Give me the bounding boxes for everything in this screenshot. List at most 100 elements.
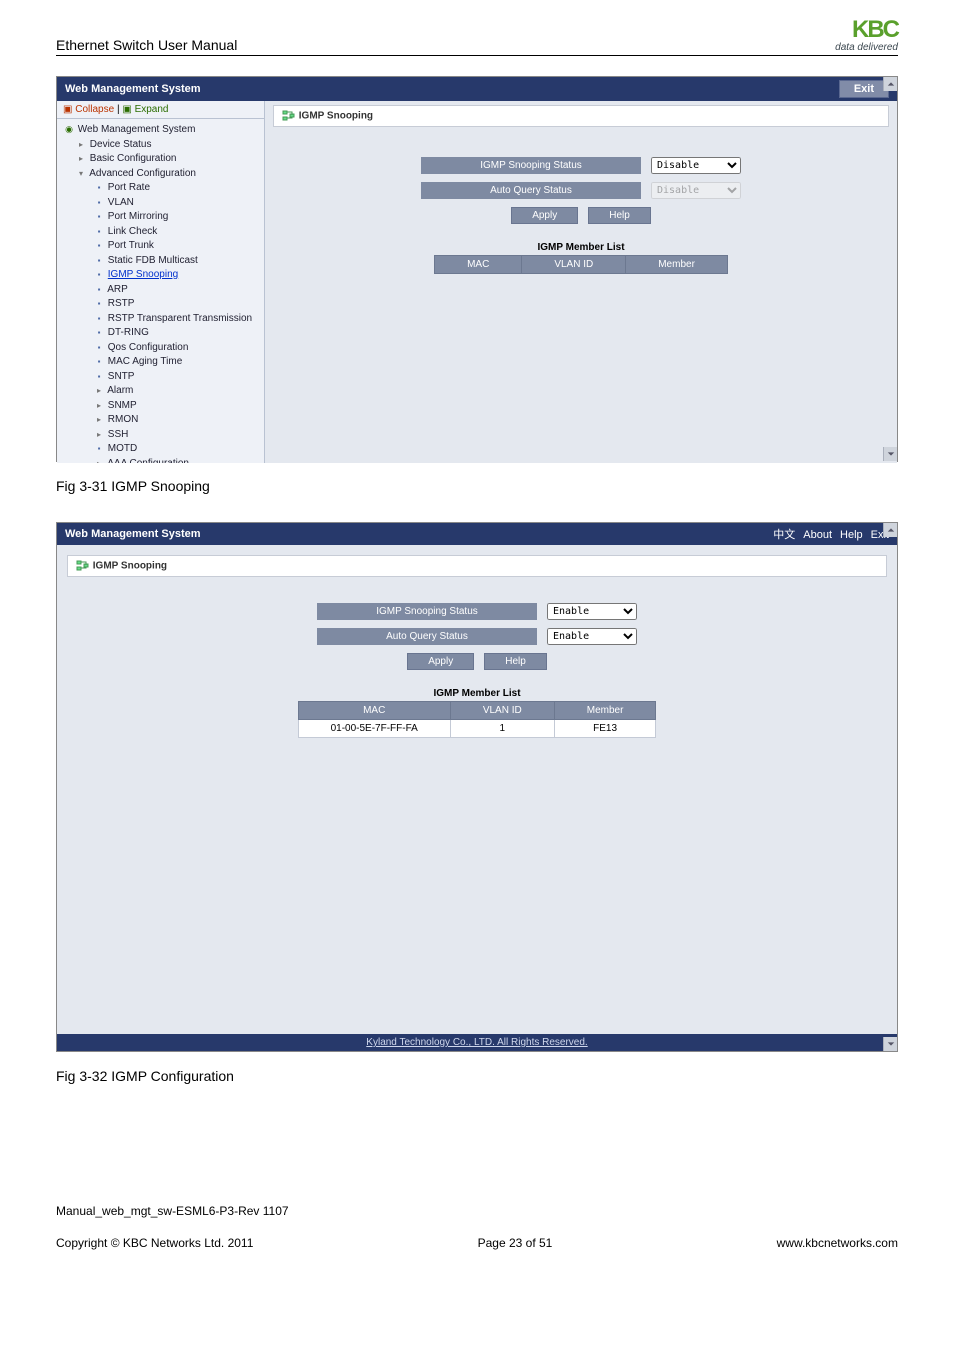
nav-web-management-system[interactable]: Web Management System [63,123,262,138]
page-icon [93,239,105,254]
nav-basic-configuration[interactable]: Basic Configuration [63,152,262,167]
exit-button[interactable]: Exit [839,80,889,98]
auto-query-label: Auto Query Status [317,628,537,645]
nav-label: Web Management System [78,124,196,135]
header-links: 中文AboutHelpExit [765,526,889,542]
screenshot-igmp-snooping: Web Management System Exit ▣ Collapse | … [56,76,898,462]
nav-label: Basic Configuration [90,153,177,164]
col-vlan: VLAN ID [522,256,626,274]
header-link-help[interactable]: Help [840,529,863,541]
page-icon [93,442,105,457]
folder-icon [93,399,105,414]
page-icon [93,254,105,269]
col-mac: MAC [435,256,522,274]
page-icon [93,297,105,312]
nav-sidebar: ▣ Collapse | ▣ Expand Web Management Sys… [57,101,265,463]
nav-label: SNMP [108,400,137,411]
nav-advanced-configuration[interactable]: Advanced Configuration [63,167,262,182]
cell-member: FE13 [554,720,656,738]
nav-motd[interactable]: MOTD [63,442,262,457]
app-title: Web Management System [65,83,201,95]
globe-icon [63,123,75,138]
nav-sntp[interactable]: SNTP [63,370,262,385]
member-list-table: MAC VLAN ID Member 01-00-5E-7F-FF-FA1FE1… [298,701,657,738]
member-list-caption: IGMP Member List [57,688,897,699]
nav-port-mirroring[interactable]: Port Mirroring [63,210,262,225]
igmp-status-select[interactable]: Disable [651,157,741,174]
nav-vlan[interactable]: VLAN [63,196,262,211]
apply-button[interactable]: Apply [407,653,474,670]
nav-label: Static FDB Multicast [108,255,198,266]
expand-link[interactable]: ▣ Expand [122,104,168,115]
folder-open-icon [75,167,87,182]
nav-label: Advanced Configuration [89,168,196,179]
scroll-down-icon[interactable] [883,1037,897,1051]
help-button[interactable]: Help [588,207,651,224]
page-icon [93,196,105,211]
header-link-中文[interactable]: 中文 [773,529,795,541]
apply-button[interactable]: Apply [511,207,578,224]
nav-qos-configuration[interactable]: Qos Configuration [63,341,262,356]
nav-device-status[interactable]: Device Status [63,138,262,153]
vendor-footer[interactable]: Kyland Technology Co., LTD. All Rights R… [57,1034,897,1051]
collapse-expand-bar[interactable]: ▣ Collapse | ▣ Expand [57,101,264,119]
folder-icon [75,152,87,167]
igmp-status-select[interactable]: Enable [547,603,637,620]
header-link-about[interactable]: About [803,529,832,541]
nav-aaa-configuration[interactable]: AAA Configuration [63,457,262,464]
nav-mac-aging-time[interactable]: MAC Aging Time [63,355,262,370]
figure-caption-2: Fig 3-32 IGMP Configuration [56,1068,898,1084]
folder-icon [75,138,87,153]
cell-mac: 01-00-5E-7F-FF-FA [298,720,450,738]
col-member: Member [554,702,656,720]
page-icon [93,283,105,298]
nav-label: ARP [107,284,128,295]
page-icon [93,268,105,283]
footer-copyright: Copyright © KBC Networks Ltd. 2011 [56,1236,253,1250]
nav-arp[interactable]: ARP [63,283,262,298]
page-icon [93,326,105,341]
nav-rstp-transparent-transmission[interactable]: RSTP Transparent Transmission [63,312,262,327]
nav-rstp[interactable]: RSTP [63,297,262,312]
footer-filename: Manual_web_mgt_sw-ESML6-P3-Rev 1107 [56,1204,898,1218]
nav-label: RMON [108,414,139,425]
nav-tree: Web Management System Device Status Basi… [57,119,264,463]
collapse-link[interactable]: ▣ Collapse [63,104,114,115]
nav-port-rate[interactable]: Port Rate [63,181,262,196]
auto-query-label: Auto Query Status [421,182,641,199]
nav-igmp-snooping[interactable]: IGMP Snooping [63,268,262,283]
folder-icon [93,428,105,443]
panel-tree-icon [282,110,296,122]
scroll-down-icon[interactable] [883,447,897,461]
nav-ssh[interactable]: SSH [63,428,262,443]
help-button[interactable]: Help [484,653,547,670]
scroll-up-icon[interactable] [883,523,897,537]
auto-query-select: Disable [651,182,741,199]
folder-icon [93,384,105,399]
panel-tree-icon [76,560,90,572]
nav-static-fdb-multicast[interactable]: Static FDB Multicast [63,254,262,269]
cell-vlan: 1 [450,720,554,738]
nav-alarm[interactable]: Alarm [63,384,262,399]
nav-snmp[interactable]: SNMP [63,399,262,414]
nav-rmon[interactable]: RMON [63,413,262,428]
member-list-caption: IGMP Member List [273,242,889,253]
nav-port-trunk[interactable]: Port Trunk [63,239,262,254]
kbc-logo: KBC data delivered [835,18,898,53]
kbc-logo-tagline: data delivered [835,42,898,53]
page-icon [93,370,105,385]
nav-label: Link Check [108,226,157,237]
col-vlan: VLAN ID [450,702,554,720]
auto-query-select[interactable]: Enable [547,628,637,645]
page-icon [93,312,105,327]
nav-label: Port Mirroring [108,211,169,222]
nav-label: Alarm [107,385,133,396]
nav-dt-ring[interactable]: DT-RING [63,326,262,341]
nav-label: IGMP Snooping [108,269,178,280]
scroll-up-icon[interactable] [883,77,897,91]
panel-title: IGMP Snooping [273,105,889,127]
footer-url: www.kbcnetworks.com [777,1236,898,1250]
doc-title: Ethernet Switch User Manual [56,37,237,53]
nav-link-check[interactable]: Link Check [63,225,262,240]
nav-label: RSTP [108,298,135,309]
